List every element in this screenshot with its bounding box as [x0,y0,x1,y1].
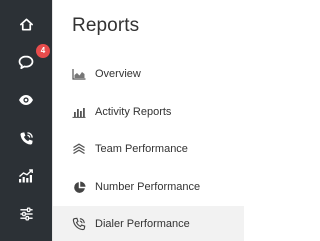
rail-item-reports[interactable] [0,160,52,192]
menu-item-label: Overview [95,68,141,80]
home-icon [19,17,34,32]
trend-chart-icon [18,169,34,183]
rail-item-settings[interactable] [0,198,52,230]
menu-item-dialer-performance[interactable]: Dialer Performance [53,206,244,241]
layers-icon [72,142,86,156]
menu-item-label: Activity Reports [95,106,172,118]
rail-item-monitor[interactable] [0,84,52,116]
menu-item-label: Number Performance [95,181,201,193]
menu-item-activity-reports[interactable]: Activity Reports [53,94,244,130]
panel-title: Reports [72,15,140,36]
app-window: 4 Reports Overview Activity Reports Team… [0,0,244,241]
area-chart-icon [72,67,86,81]
chat-unread-badge: 4 [36,44,50,58]
left-nav-rail: 4 [0,0,52,241]
sliders-icon [19,207,34,221]
eye-icon [18,94,34,106]
pie-chart-icon [72,180,86,194]
reports-panel: Reports Overview Activity Reports Team P… [52,0,244,241]
menu-item-team-performance[interactable]: Team Performance [53,131,244,167]
phone-outgoing-icon [72,217,86,231]
phone-icon [19,131,34,146]
menu-item-label: Dialer Performance [95,218,190,230]
chat-icon [18,55,34,70]
menu-item-label: Team Performance [95,143,188,155]
rail-item-home[interactable] [0,8,52,40]
menu-item-number-performance[interactable]: Number Performance [53,169,244,205]
rail-item-calls[interactable] [0,122,52,154]
bar-chart-icon [72,105,86,119]
menu-item-overview[interactable]: Overview [53,56,244,92]
